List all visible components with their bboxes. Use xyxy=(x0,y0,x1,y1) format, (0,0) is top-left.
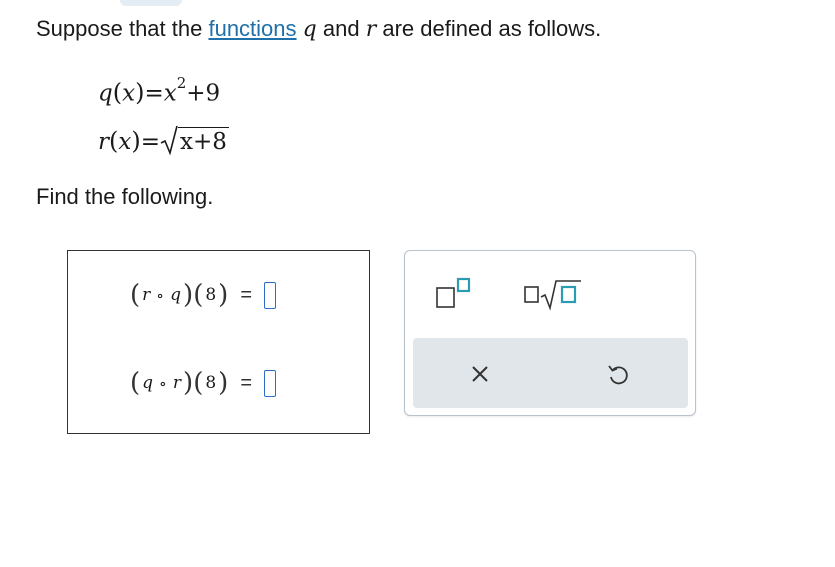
question-q-compose-r: (q ∘ r)(8) = xyxy=(130,366,277,400)
superscript-icon xyxy=(436,277,471,308)
prompt-text-start: Suppose that the xyxy=(36,16,209,41)
definition-r: r(x)= x+8 xyxy=(98,125,229,155)
answer-box: (r ∘ q)(8) = (q ∘ r)(8) = xyxy=(67,250,370,434)
find-label: Find the following. xyxy=(36,184,214,209)
undo-icon xyxy=(608,365,628,385)
definition-q: q(x)=x2+9 xyxy=(98,74,221,107)
sqrt-expression: x+8 xyxy=(160,125,229,155)
sqrt-button[interactable] xyxy=(523,279,585,311)
undo-button[interactable] xyxy=(606,362,630,386)
functions-link[interactable]: functions xyxy=(208,16,296,41)
var-q: q xyxy=(302,17,317,42)
answer-input-1[interactable] xyxy=(264,281,277,309)
sqrt-icon xyxy=(524,280,581,311)
answer-input-2[interactable] xyxy=(264,369,277,397)
math-toolbox xyxy=(404,250,696,416)
close-icon xyxy=(472,366,488,382)
radical-sign-icon xyxy=(160,125,178,155)
clear-button[interactable] xyxy=(469,363,491,385)
question-r-compose-q: (r ∘ q)(8) = xyxy=(130,278,277,312)
var-r: r xyxy=(365,17,377,42)
problem-prompt: Suppose that the functions q and r are d… xyxy=(36,16,602,42)
superscript-button[interactable] xyxy=(435,277,481,311)
action-bar xyxy=(413,338,688,408)
top-tab-strip xyxy=(120,0,182,6)
